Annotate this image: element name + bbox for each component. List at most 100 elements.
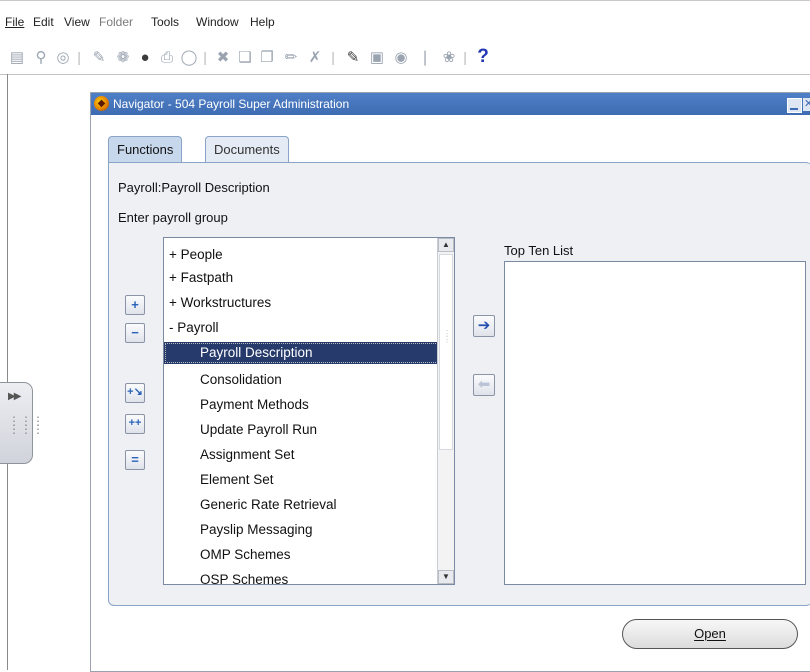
list-scrollbar[interactable]: ▲ ⋮ ⋮ ▼	[437, 238, 454, 584]
list-item[interactable]: + People	[164, 244, 441, 266]
open-button[interactable]: Open	[622, 619, 798, 649]
toolbar-separator: |	[203, 49, 207, 65]
list-item[interactable]: Update Payroll Run	[164, 419, 454, 441]
top-ten-list[interactable]	[504, 261, 806, 585]
edit-field-icon[interactable]: ✎	[344, 48, 362, 66]
list-item[interactable]: - Payroll	[164, 317, 441, 339]
expand-branch-icon: +↘	[127, 386, 143, 398]
plus-icon: +	[131, 297, 139, 312]
close-form-icon[interactable]: ◯	[180, 48, 198, 66]
cut-icon[interactable]: ✖	[214, 48, 232, 66]
list-item[interactable]: Element Set	[164, 469, 454, 491]
scroll-up-button[interactable]: ▲	[438, 238, 454, 252]
side-drawer-tab[interactable]: ▶▶ ⋮⋮⋮ ⋮⋮⋮	[0, 382, 44, 464]
grip-icon: ⋮⋮⋮ ⋮⋮⋮	[8, 414, 44, 436]
oracle-app-icon: ◆	[94, 96, 109, 111]
mdi-frame-border	[7, 74, 8, 670]
navigator-title: Navigator - 504 Payroll Super Administra…	[113, 97, 350, 111]
list-item-label: Element Set	[200, 472, 274, 487]
collapse-button[interactable]: −	[125, 323, 145, 343]
scroll-thumb[interactable]: ⋮ ⋮	[439, 254, 453, 450]
list-item[interactable]: Assignment Set	[164, 444, 454, 466]
close-icon[interactable]: ✕	[803, 98, 810, 111]
print-icon[interactable]: ⎙	[158, 48, 176, 66]
expand-arrow-icon: ▶▶	[8, 391, 21, 402]
folder-tools-icon[interactable]: ❀	[440, 48, 458, 66]
expand-all-icon: ++	[128, 417, 142, 429]
navigator-titlebar[interactable]: ◆ Navigator - 504 Payroll Super Administ…	[91, 93, 810, 115]
find-icon[interactable]: ⚲	[32, 48, 50, 66]
expand-all-button[interactable]: ++	[125, 414, 145, 434]
list-item[interactable]: Consolidation	[164, 369, 454, 391]
navigator-icon[interactable]: ◎	[54, 48, 72, 66]
list-item-label: OMP Schemes	[200, 547, 291, 562]
expand-button[interactable]: +	[125, 295, 145, 315]
list-item-label: Update Payroll Run	[200, 422, 318, 437]
menu-help-label: Help	[250, 15, 275, 29]
menu-window-label: Window	[196, 15, 239, 29]
list-item-selected[interactable]: Payroll Description	[164, 342, 441, 364]
menu-folder-label: Folder	[99, 15, 134, 29]
list-item[interactable]: Payment Methods	[164, 394, 454, 416]
expand-branch-button[interactable]: +↘	[125, 383, 145, 403]
add-to-top-ten-button[interactable]: ➔	[473, 315, 495, 337]
list-item[interactable]: Payslip Messaging	[164, 519, 454, 541]
list-item-label: OSP Schemes	[200, 572, 289, 585]
collapse-all-icon: =	[131, 452, 139, 467]
function-prompt-label: Enter payroll group	[118, 210, 228, 225]
list-item-label: + Fastpath	[169, 270, 234, 285]
delete-record-icon[interactable]: ✗	[306, 48, 324, 66]
paste-icon[interactable]: ❐	[258, 48, 276, 66]
tab-functions[interactable]: Functions	[108, 136, 183, 163]
minus-icon: −	[131, 325, 139, 340]
minimize-icon[interactable]	[787, 98, 802, 113]
list-item[interactable]: Generic Rate Retrieval	[164, 494, 454, 516]
menu-help[interactable]: Help	[250, 15, 275, 29]
copy-icon[interactable]: ❏	[236, 48, 254, 66]
list-item[interactable]: OMP Schemes	[164, 544, 454, 566]
arrow-right-icon: ➔	[477, 317, 491, 334]
menu-bar: File Edit View Folder Tools Window Help	[0, 0, 810, 37]
save-icon[interactable]: ✎	[90, 48, 108, 66]
menu-window[interactable]: Window	[196, 15, 239, 29]
switch-responsibility-icon[interactable]: ●	[136, 48, 154, 66]
list-item-label: Payslip Messaging	[200, 522, 313, 537]
list-item-label: Consolidation	[200, 372, 282, 387]
menu-edit-label: Edit	[33, 15, 54, 29]
menu-edit[interactable]: Edit	[33, 15, 54, 29]
new-record-icon[interactable]: ✏	[282, 48, 300, 66]
attachments-icon[interactable]: ❘	[416, 48, 434, 66]
function-list[interactable]: + People + Fastpath + Workstructures - P…	[163, 237, 455, 585]
tab-documents[interactable]: Documents	[205, 136, 289, 163]
menu-view[interactable]: View	[64, 15, 90, 29]
list-item-label: - Payroll	[169, 320, 219, 335]
help-icon[interactable]: ?	[474, 46, 492, 67]
translations-icon[interactable]: ◉	[392, 48, 410, 66]
zoom-icon[interactable]: ▣	[368, 48, 386, 66]
scroll-down-button[interactable]: ▼	[438, 570, 454, 584]
toolbar-separator: |	[77, 49, 81, 65]
list-item-label: Generic Rate Retrieval	[200, 497, 337, 512]
function-path-label: Payroll:Payroll Description	[118, 180, 270, 195]
menu-tools[interactable]: Tools	[151, 15, 179, 29]
grip-icon: ⋮ ⋮	[443, 329, 451, 344]
menu-file[interactable]: File	[5, 15, 24, 29]
menu-folder[interactable]: Folder	[99, 15, 133, 29]
menu-tools-label: Tools	[151, 15, 180, 29]
navigator-window: ◆ Navigator - 504 Payroll Super Administ…	[90, 92, 810, 672]
tab-documents-label: Documents	[214, 142, 280, 157]
collapse-all-button[interactable]: =	[125, 450, 145, 470]
remove-from-top-ten-button[interactable]: ⬅	[473, 374, 495, 396]
list-item-label: + Workstructures	[169, 295, 272, 310]
list-item[interactable]: + Fastpath	[164, 267, 441, 289]
list-item-label: Payroll Description	[200, 345, 313, 360]
toolbar-separator: |	[331, 49, 335, 65]
arrow-left-icon: ⬅	[477, 376, 491, 393]
next-step-icon[interactable]: ❁	[114, 48, 132, 66]
list-item[interactable]: + Workstructures	[164, 292, 441, 314]
list-item[interactable]: OSP Schemes	[164, 569, 454, 585]
list-item-label: + People	[169, 247, 223, 262]
functions-panel: Payroll:Payroll Description Enter payrol…	[108, 162, 810, 606]
new-icon[interactable]: ▤	[8, 48, 26, 66]
menu-file-label: File	[5, 15, 25, 29]
